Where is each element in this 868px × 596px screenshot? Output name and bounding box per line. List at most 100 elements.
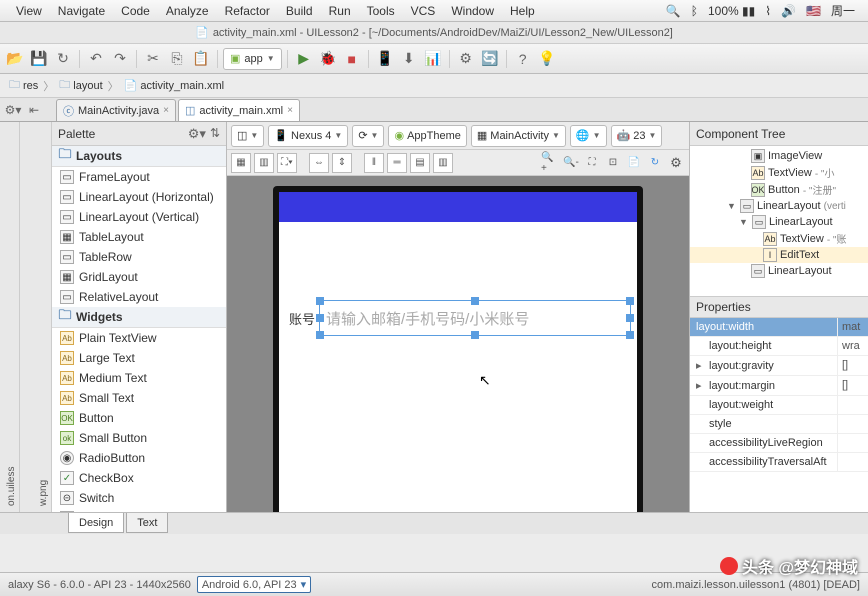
strip-item[interactable]: w.png <box>36 126 51 508</box>
menu-window[interactable]: Window <box>443 4 502 18</box>
stop-icon[interactable]: ■ <box>341 48 363 70</box>
theme-selector[interactable]: ◉AppTheme <box>388 125 466 147</box>
open-icon[interactable]: 📂 <box>4 48 26 70</box>
menu-tools[interactable]: Tools <box>359 4 403 18</box>
zoom-fit-icon[interactable]: ⛶ <box>583 153 601 173</box>
tab-mainactivity[interactable]: ⓒ MainActivity.java × <box>56 99 176 121</box>
menu-vcs[interactable]: VCS <box>403 4 444 18</box>
tree-node[interactable]: AbTextView- "小 <box>690 164 868 181</box>
copy-icon[interactable]: ⎘ <box>166 48 188 70</box>
props-row[interactable]: ▸layout:margin[] <box>690 376 868 396</box>
palette-item[interactable]: ⊝Switch <box>52 488 226 508</box>
breadcrumb-item[interactable]: 🗀res <box>6 76 41 95</box>
props-row[interactable]: ▸layout:gravity[] <box>690 356 868 376</box>
resize-handle[interactable] <box>316 314 324 322</box>
palette-group-layouts[interactable]: 🗀Layouts <box>52 146 226 167</box>
pack-icon[interactable]: ▤ <box>410 153 430 173</box>
props-row[interactable]: accessibilityLiveRegion <box>690 434 868 453</box>
props-row[interactable]: accessibilityTraversalAft <box>690 453 868 472</box>
debug-icon[interactable]: 🐞 <box>317 48 339 70</box>
properties-table[interactable]: layout:widthmat layout:heightwra ▸layout… <box>690 318 868 512</box>
palette-item[interactable]: ▭RelativeLayout <box>52 287 226 307</box>
palette-group-widgets[interactable]: 🗀Widgets <box>52 307 226 328</box>
activity-selector[interactable]: ▦MainActivity▼ <box>471 125 566 147</box>
grid-icon[interactable]: ▦ <box>231 153 251 173</box>
monitor-icon[interactable]: 📊 <box>422 48 444 70</box>
props-row[interactable]: layout:heightwra <box>690 337 868 356</box>
search-icon[interactable]: 🔍 <box>661 4 686 18</box>
avd-icon[interactable]: 📱 <box>374 48 396 70</box>
module-selector[interactable]: ▣ app ▼ <box>223 48 282 70</box>
component-tree[interactable]: ▣ImageView AbTextView- "小 OKButton- "注册"… <box>690 146 868 296</box>
props-row[interactable]: style <box>690 415 868 434</box>
collapse-icon[interactable]: ⇤ <box>25 101 43 119</box>
menu-view[interactable]: View <box>8 4 50 18</box>
tab-activity-main-xml[interactable]: ◫ activity_main.xml × <box>178 99 300 121</box>
zoom-actual-icon[interactable]: ⊡ <box>604 153 622 173</box>
tree-node[interactable]: ▼▭LinearLayout(verti <box>690 198 868 214</box>
pan-icon[interactable]: 📄 <box>625 153 643 173</box>
sync-icon[interactable]: ↻ <box>52 48 74 70</box>
save-icon[interactable]: 💾 <box>28 48 50 70</box>
menu-navigate[interactable]: Navigate <box>50 4 113 18</box>
blueprint-icon[interactable]: ▥ <box>254 153 274 173</box>
palette-item[interactable]: ◉RadioButton <box>52 448 226 468</box>
menu-code[interactable]: Code <box>113 4 158 18</box>
palette-item[interactable]: ▬ToggleButton <box>52 508 226 512</box>
tree-node-selected[interactable]: IEditText <box>690 247 868 263</box>
tree-node[interactable]: ▭LinearLayout <box>690 263 868 279</box>
zoom-in-icon[interactable]: 🔍+ <box>541 153 559 173</box>
palette-item[interactable]: OKButton <box>52 408 226 428</box>
resize-handle[interactable] <box>626 297 634 305</box>
align-icon[interactable]: ⇔ <box>309 153 329 173</box>
pack-icon[interactable]: ▥ <box>433 153 453 173</box>
breadcrumb-item[interactable]: 🗀layout <box>56 76 105 95</box>
menu-refactor[interactable]: Refactor <box>217 4 278 18</box>
tree-node[interactable]: ▼▭LinearLayout <box>690 214 868 230</box>
palette-item[interactable]: ▦GridLayout <box>52 267 226 287</box>
align-icon[interactable]: ⇕ <box>332 153 352 173</box>
palette-item[interactable]: ▭TableRow <box>52 247 226 267</box>
palette-item[interactable]: AbMedium Text <box>52 368 226 388</box>
sort-icon[interactable]: ⇅ <box>210 126 220 142</box>
gear-icon[interactable]: ⚙▾ <box>188 126 206 142</box>
run-icon[interactable]: ▶ <box>293 48 315 70</box>
orientation-selector[interactable]: ⟳▼ <box>352 125 384 147</box>
cut-icon[interactable]: ✂ <box>142 48 164 70</box>
tree-node[interactable]: AbTextView- "账 <box>690 230 868 247</box>
palette-item[interactable]: ▦TableLayout <box>52 227 226 247</box>
palette-item[interactable]: AbSmall Text <box>52 388 226 408</box>
strip-item[interactable]: on.uiless <box>4 126 19 508</box>
volume-icon[interactable]: 🔊 <box>776 4 801 18</box>
tab-design[interactable]: Design <box>68 513 124 533</box>
structure-icon[interactable]: ⚙ <box>455 48 477 70</box>
gear-icon[interactable]: ⚙ <box>667 153 685 173</box>
wifi-icon[interactable]: ⌇ <box>760 4 776 18</box>
palette-item[interactable]: ✓CheckBox <box>52 468 226 488</box>
help-icon[interactable]: ? <box>512 48 534 70</box>
sdk-icon[interactable]: ⬇ <box>398 48 420 70</box>
tab-text[interactable]: Text <box>126 513 168 533</box>
view-mode-selector[interactable]: ◫▼ <box>231 125 264 147</box>
device-selector[interactable]: 📱Nexus 4▼ <box>268 125 348 147</box>
menu-analyze[interactable]: Analyze <box>158 4 217 18</box>
refresh-icon[interactable]: ↻ <box>646 153 664 173</box>
resize-handle[interactable] <box>626 314 634 322</box>
menu-build[interactable]: Build <box>278 4 321 18</box>
tips-icon[interactable]: 💡 <box>536 48 558 70</box>
resize-handle[interactable] <box>471 331 479 339</box>
edittext-selected[interactable]: 请输入邮箱/手机号码/小米账号 <box>319 300 631 336</box>
device-dropdown[interactable]: Android 6.0, API 23▾ <box>197 576 311 593</box>
bluetooth-icon[interactable]: ᛒ <box>686 4 703 18</box>
undo-icon[interactable]: ↶ <box>85 48 107 70</box>
resize-handle[interactable] <box>316 297 324 305</box>
palette-item[interactable]: ▭LinearLayout (Horizontal) <box>52 187 226 207</box>
props-header-row[interactable]: layout:widthmat <box>690 318 868 337</box>
flag-icon[interactable]: 🇺🇸 <box>801 4 826 18</box>
menu-help[interactable]: Help <box>502 4 543 18</box>
locale-selector[interactable]: 🌐▼ <box>570 125 607 147</box>
tree-node[interactable]: OKButton- "注册" <box>690 181 868 198</box>
palette-item[interactable]: AbPlain TextView <box>52 328 226 348</box>
tree-node[interactable]: ▣ImageView <box>690 148 868 164</box>
distribute-icon[interactable]: ═ <box>387 153 407 173</box>
